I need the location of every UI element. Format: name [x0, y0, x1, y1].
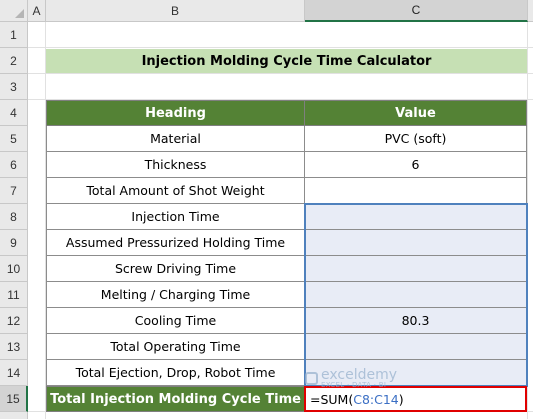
- watermark-tagline: EXCEL · DATA · BI: [321, 381, 387, 389]
- row-value-material[interactable]: PVC (soft): [305, 126, 527, 152]
- row-value-shot-weight[interactable]: [305, 178, 527, 204]
- row-value-injection-time[interactable]: [305, 204, 527, 230]
- row-label-shot-weight[interactable]: Total Amount of Shot Weight: [46, 178, 305, 204]
- sheet-title[interactable]: Injection Molding Cycle Time Calculator: [46, 49, 527, 73]
- row-label-thickness[interactable]: Thickness: [46, 152, 305, 178]
- gridline: [28, 47, 533, 48]
- formula-suffix: ): [398, 391, 404, 407]
- row-header-4[interactable]: 4: [0, 100, 28, 126]
- total-cycle-time-label[interactable]: Total Injection Molding Cycle Time: [46, 386, 305, 412]
- row-header-5[interactable]: 5: [0, 126, 28, 152]
- row-header-9[interactable]: 9: [0, 230, 28, 256]
- row-header-3[interactable]: 3: [0, 74, 28, 100]
- row-label-screw-driving-time[interactable]: Screw Driving Time: [46, 256, 305, 282]
- row-header-6[interactable]: 6: [0, 152, 28, 178]
- row-label-cooling-time[interactable]: Cooling Time: [46, 308, 305, 334]
- row-header-7[interactable]: 7: [0, 178, 28, 204]
- value-column-header[interactable]: Value: [304, 100, 527, 126]
- row-label-melting-time[interactable]: Melting / Charging Time: [46, 282, 305, 308]
- row-header-11[interactable]: 11: [0, 282, 28, 308]
- row-header-8[interactable]: 8: [0, 204, 28, 230]
- watermark: exceldemy EXCEL · DATA · BI: [305, 368, 397, 389]
- row-value-screw-driving-time[interactable]: [305, 256, 527, 282]
- exceldemy-logo-icon: [305, 372, 318, 385]
- row-header-16[interactable]: [0, 412, 28, 419]
- heading-column-header[interactable]: Heading: [46, 100, 305, 126]
- select-all-corner[interactable]: [0, 0, 28, 22]
- row-header-10[interactable]: 10: [0, 256, 28, 282]
- formula-range-ref: C8:C14: [353, 391, 399, 407]
- row-label-material[interactable]: Material: [46, 126, 305, 152]
- row-label-operating-time[interactable]: Total Operating Time: [46, 334, 305, 360]
- row-label-ejection-time[interactable]: Total Ejection, Drop, Robot Time: [46, 360, 305, 386]
- row-label-holding-time[interactable]: Assumed Pressurized Holding Time: [46, 230, 305, 256]
- column-header-d[interactable]: [528, 0, 533, 22]
- row-value-melting-time[interactable]: [305, 282, 527, 308]
- row-header-14[interactable]: 14: [0, 360, 28, 386]
- gridline: [28, 73, 533, 74]
- column-header-c[interactable]: C: [305, 0, 528, 22]
- row-header-1[interactable]: 1: [0, 22, 28, 48]
- formula-prefix: =SUM(: [310, 391, 354, 407]
- row-header-15[interactable]: 15: [0, 386, 28, 412]
- row-header-12[interactable]: 12: [0, 308, 28, 334]
- total-formula-cell[interactable]: =SUM(C8:C14): [304, 386, 527, 412]
- row-header-13[interactable]: 13: [0, 334, 28, 360]
- row-value-thickness[interactable]: 6: [305, 152, 527, 178]
- gridline: [527, 22, 528, 419]
- spreadsheet-grid: A B C 1 2 3 4 5 6 7 8 9 10 11 12 13 14 1…: [0, 0, 533, 419]
- column-header-a[interactable]: A: [28, 0, 46, 22]
- watermark-name: exceldemy: [321, 367, 398, 383]
- row-header-2[interactable]: 2: [0, 48, 28, 74]
- column-header-b[interactable]: B: [46, 0, 305, 22]
- row-value-holding-time[interactable]: [305, 230, 527, 256]
- row-value-cooling-time[interactable]: 80.3: [305, 308, 527, 334]
- row-value-operating-time[interactable]: [305, 334, 527, 360]
- row-label-injection-time[interactable]: Injection Time: [46, 204, 305, 230]
